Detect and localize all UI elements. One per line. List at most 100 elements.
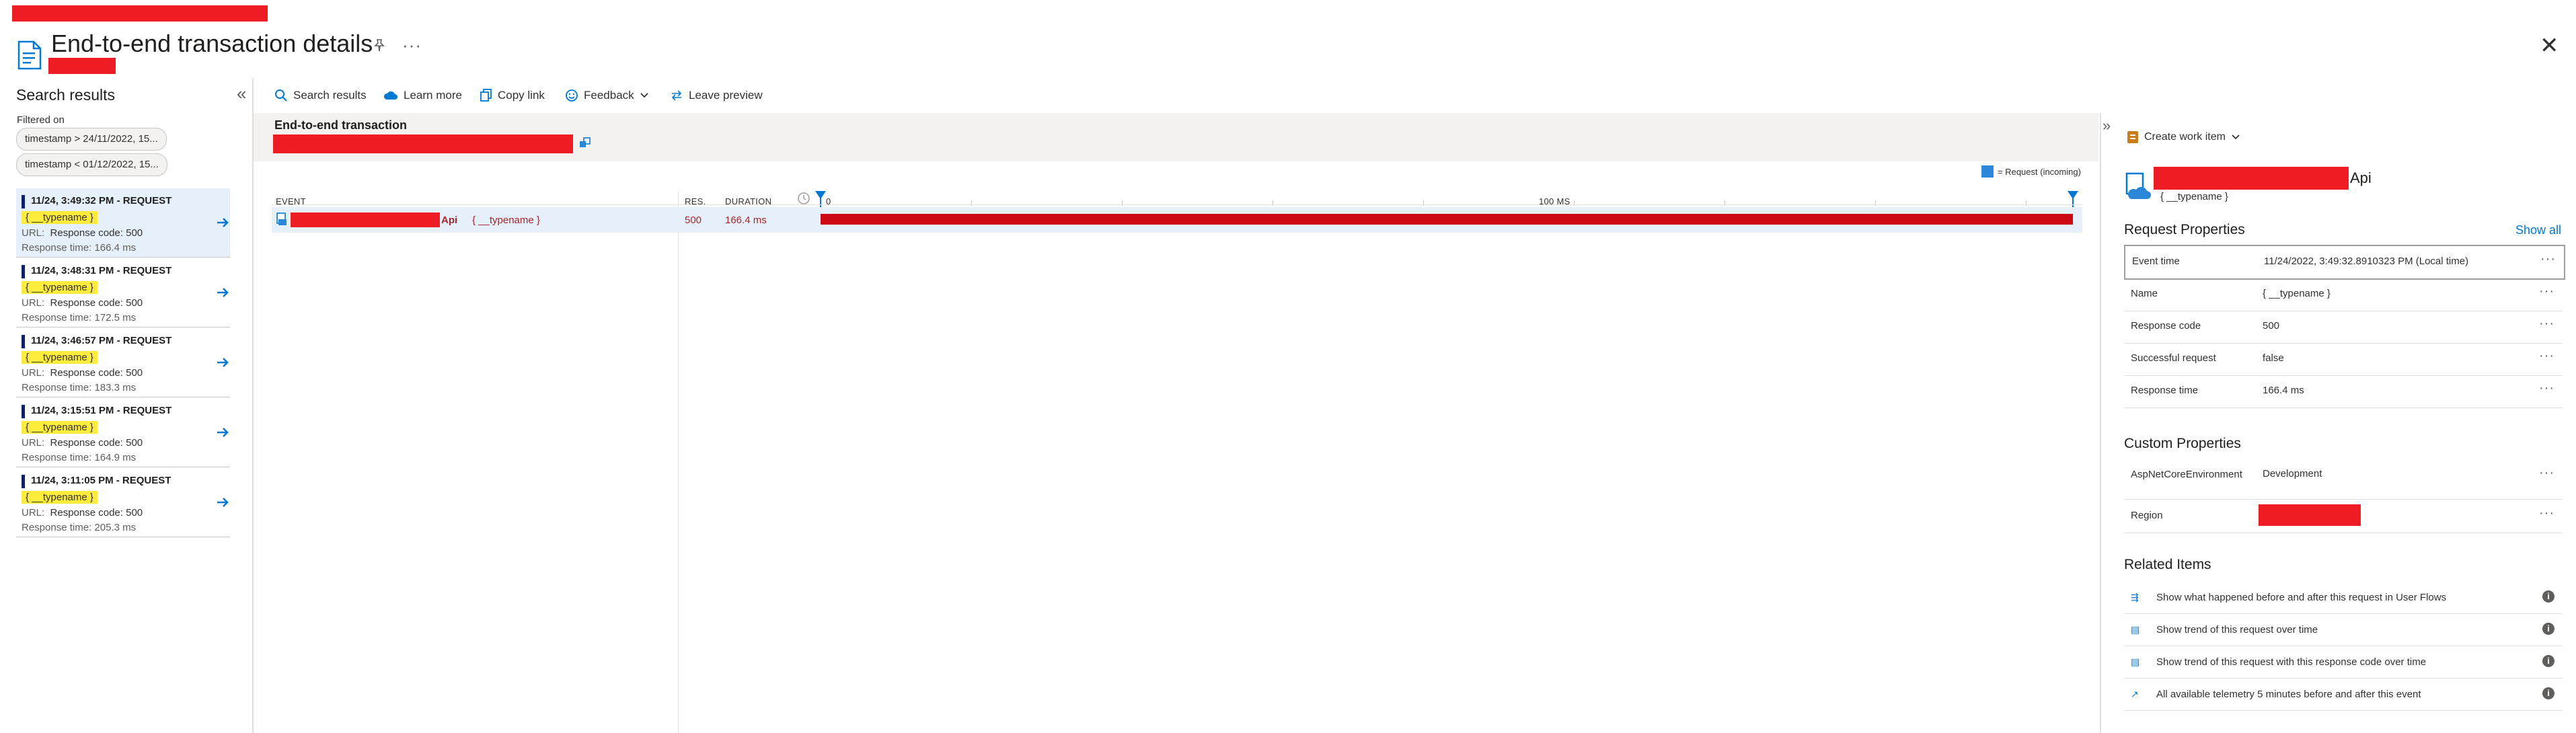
request-type-icon — [2124, 172, 2151, 202]
related-item[interactable]: ⇶ Show what happened before and after th… — [2124, 582, 2563, 614]
copy-link-button[interactable]: Copy link — [480, 89, 545, 102]
redacted-breadcrumb — [12, 5, 268, 22]
learn-more-button[interactable]: Learn more — [383, 89, 462, 102]
custom-properties-title: Custom Properties — [2124, 436, 2241, 451]
result-url: URL: Response code: 500 — [22, 437, 143, 449]
request-marker — [22, 195, 25, 208]
property-key: Name — [2131, 288, 2158, 299]
swap-icon — [671, 90, 682, 101]
more-options-icon[interactable]: ··· — [2539, 316, 2554, 332]
arrow-right-icon[interactable] — [215, 215, 230, 230]
leave-preview-button[interactable]: Leave preview — [670, 89, 763, 102]
leave-preview-label: Leave preview — [689, 89, 763, 102]
redacted-subtitle — [48, 58, 116, 74]
arrow-right-icon[interactable] — [215, 495, 230, 510]
property-row[interactable]: Name { __typename } ··· — [2124, 278, 2563, 311]
response-code: Response code: 500 — [50, 367, 143, 379]
result-title: 11/24, 3:15:51 PM - REQUEST — [31, 405, 172, 416]
link-icon[interactable] — [578, 136, 592, 149]
create-work-item-button[interactable]: Create work item — [2127, 130, 2240, 144]
property-row[interactable]: AspNetCoreEnvironment Development ··· — [2124, 461, 2563, 500]
result-url: URL: Response code: 500 — [22, 507, 143, 518]
more-options-icon[interactable]: ··· — [2539, 348, 2554, 364]
arrow-right-icon[interactable] — [215, 285, 230, 300]
property-row[interactable]: Response time 166.4 ms ··· — [2124, 375, 2563, 408]
property-row[interactable]: Region ··· — [2124, 500, 2563, 533]
event-result-code: 500 — [685, 215, 702, 226]
smiley-icon — [566, 89, 578, 102]
more-options-icon[interactable]: ··· — [2539, 465, 2554, 481]
feedback-button[interactable]: Feedback — [565, 89, 649, 102]
result-tag: { __typename } — [22, 491, 98, 504]
related-item-label: All available telemetry 5 minutes before… — [2156, 689, 2421, 700]
result-title: 11/24, 3:11:05 PM - REQUEST — [31, 475, 172, 486]
item-name-suffix: Api — [2350, 169, 2372, 186]
arrow-right-icon[interactable] — [215, 355, 230, 370]
arrow-right-icon[interactable] — [215, 425, 230, 440]
page-title: End-to-end transaction details — [51, 30, 373, 57]
related-item[interactable]: ↗ All available telemetry 5 minutes befo… — [2124, 679, 2563, 711]
filtered-on-label: Filtered on — [17, 114, 65, 126]
more-options-icon[interactable]: ··· — [2539, 381, 2554, 396]
info-icon[interactable]: i — [2542, 623, 2554, 635]
collapse-pane-icon[interactable]: « — [237, 83, 246, 104]
search-results-button[interactable]: Search results — [274, 89, 367, 102]
related-item[interactable]: ▤ Show trend of this request with this r… — [2124, 647, 2563, 679]
redacted-item-name — [2154, 167, 2349, 190]
close-button[interactable]: ✕ — [2540, 32, 2559, 59]
property-key: Event time — [2132, 256, 2180, 267]
property-key: Response time — [2131, 385, 2199, 396]
request-marker — [22, 335, 25, 348]
related-item[interactable]: ▤ Show trend of this request over time i — [2124, 615, 2563, 646]
info-icon[interactable]: i — [2542, 687, 2554, 699]
redacted-event-name — [291, 213, 440, 227]
info-icon[interactable]: i — [2542, 590, 2554, 603]
response-code: Response code: 500 — [50, 227, 143, 239]
property-row[interactable]: Successful request false ··· — [2124, 343, 2563, 376]
redacted-transaction-id — [273, 134, 573, 153]
filter-pill-start[interactable]: timestamp > 24/11/2022, 15... — [16, 128, 167, 151]
result-response-time: Response time: 164.9 ms — [22, 452, 137, 463]
property-key: Region — [2131, 510, 2163, 521]
duration-bar[interactable] — [821, 214, 2073, 225]
result-url: URL: Response code: 500 — [22, 367, 143, 379]
url-label: URL: — [22, 367, 45, 379]
event-operation: { __typename } — [472, 215, 540, 226]
header-divider — [272, 204, 2082, 205]
result-item[interactable]: 11/24, 3:48:31 PM - REQUEST { __typename… — [16, 258, 230, 327]
more-options-icon[interactable]: ··· — [402, 35, 422, 56]
user-flows-icon: ⇶ — [2131, 592, 2139, 603]
result-item[interactable]: 11/24, 3:49:32 PM - REQUEST { __typename… — [16, 188, 230, 258]
filter-pill-end[interactable]: timestamp < 01/12/2022, 15... — [16, 153, 167, 176]
chart-icon: ▤ — [2131, 656, 2140, 667]
result-item[interactable]: 11/24, 3:15:51 PM - REQUEST { __typename… — [16, 398, 230, 467]
more-options-icon[interactable]: ··· — [2540, 252, 2556, 267]
show-all-link[interactable]: Show all — [2515, 223, 2561, 237]
result-response-time: Response time: 172.5 ms — [22, 312, 137, 323]
related-item-label: Show what happened before and after this… — [2156, 592, 2447, 603]
property-value: { __typename } — [2263, 288, 2331, 299]
result-response-time: Response time: 205.3 ms — [22, 522, 137, 533]
event-name-suffix: Api — [441, 215, 458, 226]
request-icon — [276, 213, 288, 226]
result-item[interactable]: 11/24, 3:46:57 PM - REQUEST { __typename… — [16, 328, 230, 397]
result-item[interactable]: 11/24, 3:11:05 PM - REQUEST { __typename… — [16, 468, 230, 537]
more-options-icon[interactable]: ··· — [2539, 506, 2554, 521]
clock-icon[interactable] — [796, 191, 811, 206]
result-title: 11/24, 3:49:32 PM - REQUEST — [31, 195, 172, 206]
property-row[interactable]: Event time 11/24/2022, 3:49:32.8910323 P… — [2124, 245, 2565, 280]
url-label: URL: — [22, 507, 45, 518]
property-row[interactable]: Response code 500 ··· — [2124, 311, 2563, 344]
response-code: Response code: 500 — [50, 437, 143, 449]
request-marker — [22, 405, 25, 418]
expand-pane-icon[interactable]: » — [2103, 117, 2111, 134]
pin-icon[interactable] — [371, 38, 387, 54]
copy-icon — [480, 89, 492, 102]
more-options-icon[interactable]: ··· — [2539, 284, 2554, 299]
result-response-time: Response time: 183.3 ms — [22, 382, 137, 393]
related-item-label: Show trend of this request over time — [2156, 624, 2318, 635]
property-key: AspNetCoreEnvironment — [2131, 469, 2242, 480]
search-results-label: Search results — [293, 89, 367, 102]
info-icon[interactable]: i — [2542, 655, 2554, 667]
chevron-down-icon — [2232, 134, 2240, 140]
